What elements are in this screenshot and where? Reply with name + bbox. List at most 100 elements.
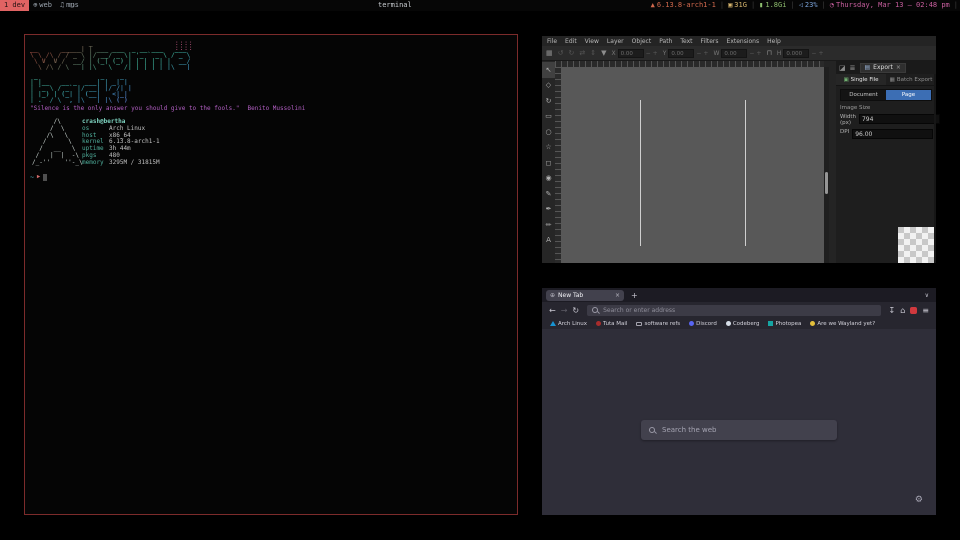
panel-divider[interactable]: [829, 61, 836, 263]
pencil-tool[interactable]: ✎: [542, 186, 555, 202]
decrement-button[interactable]: −: [811, 50, 816, 57]
tab-close-icon[interactable]: ×: [615, 292, 620, 299]
search-icon: [649, 427, 656, 434]
increment-button[interactable]: +: [703, 50, 708, 57]
export-dock-tab[interactable]: ▤ Export ×: [860, 63, 906, 73]
bookmark-codeberg[interactable]: Codeberg: [726, 321, 760, 327]
codeberg-icon: [726, 321, 731, 326]
box-3d-tool[interactable]: ◻: [542, 155, 555, 171]
menu-filters[interactable]: Filters: [701, 38, 719, 45]
w-label: W: [713, 50, 719, 57]
objects-panel-icon[interactable]: ◪: [839, 64, 846, 72]
export-target-buttons: Document Page: [840, 89, 932, 101]
text-tool[interactable]: A: [542, 233, 555, 249]
clock-status: ◔ Thursday, Mar 13 — 02:48 pm: [830, 0, 950, 11]
lock-ratio-icon[interactable]: ⊓: [766, 49, 771, 57]
shape-builder-tool[interactable]: ↻: [542, 93, 555, 109]
menu-layer[interactable]: Layer: [607, 38, 624, 45]
increment-button[interactable]: +: [756, 50, 761, 57]
calligraphy-tool[interactable]: ✏: [542, 217, 555, 233]
document-button[interactable]: Document: [841, 90, 886, 100]
layout-icon[interactable]: ▢: [70, 0, 74, 11]
bookmark-folder-software-refs[interactable]: software refs: [636, 321, 680, 327]
menu-text[interactable]: Text: [680, 38, 692, 45]
y-value[interactable]: 0.00: [668, 49, 694, 58]
rotate-ccw-icon[interactable]: ↺: [558, 49, 564, 57]
volume-text: 23%: [805, 0, 818, 11]
selector-tool[interactable]: ↖: [542, 62, 555, 78]
menu-edit[interactable]: Edit: [565, 38, 577, 45]
h-value[interactable]: 0.000: [783, 49, 809, 58]
inkscape-canvas[interactable]: [561, 67, 824, 263]
pen-tool[interactable]: ✒: [542, 202, 555, 218]
flip-vertical-icon[interactable]: ⇕: [590, 49, 596, 57]
layers-panel-icon[interactable]: ≣: [850, 64, 856, 72]
ellipse-tool[interactable]: ○: [542, 124, 555, 140]
downloads-icon[interactable]: ↧: [889, 306, 896, 315]
forward-button[interactable]: →: [561, 306, 568, 315]
bookmark-arch-linux[interactable]: Arch Linux: [550, 321, 587, 327]
scrollbar-thumb[interactable]: [825, 172, 828, 194]
shell-prompt[interactable]: ~ ▶: [30, 173, 47, 181]
adblocker-icon[interactable]: [910, 307, 917, 314]
active-tab[interactable]: ⊕ New Tab ×: [546, 290, 624, 301]
close-icon[interactable]: ×: [896, 64, 901, 71]
height-field: H 0.000 − +: [777, 49, 824, 58]
increment-button[interactable]: +: [653, 50, 658, 57]
new-tab-button[interactable]: +: [631, 291, 638, 300]
node-tool[interactable]: ◇: [542, 78, 555, 94]
menu-path[interactable]: Path: [659, 38, 672, 45]
web-search-box[interactable]: Search the web: [641, 420, 837, 440]
page-button[interactable]: Page: [886, 90, 931, 100]
menu-object[interactable]: Object: [632, 38, 652, 45]
x-value[interactable]: 0.00: [618, 49, 644, 58]
flip-horizontal-icon[interactable]: ⇄: [579, 49, 585, 57]
quote-text: "Silence is the only answer you should g…: [30, 105, 240, 112]
increment-button[interactable]: +: [818, 50, 823, 57]
browser-tab-bar: ⊕ New Tab × + ∨: [542, 288, 936, 302]
arch-logo-icon: [550, 321, 556, 326]
rotate-cw-icon[interactable]: ↻: [569, 49, 575, 57]
globe-icon: ⊕: [33, 0, 37, 11]
fetch-row-memory: memory3295M / 31815M: [82, 160, 160, 167]
menu-icon[interactable]: ≡: [922, 306, 929, 315]
workspace-tag-web[interactable]: ⊕ web: [29, 0, 56, 11]
reload-button[interactable]: ↻: [572, 306, 579, 315]
snap-controls-icon[interactable]: ▼: [601, 49, 606, 57]
back-button[interactable]: ←: [549, 306, 556, 315]
decrement-button[interactable]: −: [696, 50, 701, 57]
spiral-tool[interactable]: ◉: [542, 171, 555, 187]
list-all-tabs-icon[interactable]: ∨: [925, 292, 929, 299]
rectangle-tool[interactable]: ▭: [542, 109, 555, 125]
bookmark-label: Are we Wayland yet?: [817, 321, 875, 327]
tool-options-icon[interactable]: ▦: [546, 49, 553, 57]
panel-scrollbar[interactable]: [934, 74, 936, 263]
export-width-input[interactable]: [859, 114, 940, 124]
terminal-cursor: [43, 174, 47, 181]
export-dpi-input[interactable]: [852, 129, 933, 139]
terminal-window[interactable]: _ __ _____| | ___ ___ _ __ ___ ___ \ \ /…: [24, 34, 518, 515]
menu-view[interactable]: View: [585, 38, 599, 45]
menu-file[interactable]: File: [547, 38, 557, 45]
menu-extensions[interactable]: Extensions: [727, 38, 760, 45]
memory-text: 1.8Gi: [765, 0, 786, 11]
tab-batch-export[interactable]: ▦ Batch Export: [886, 74, 936, 85]
home-icon[interactable]: ⌂: [900, 306, 905, 315]
bookmark-tuta-mail[interactable]: Tuta Mail: [596, 321, 627, 327]
prompt-arrow-icon: ▶: [37, 174, 40, 180]
tab-single-file[interactable]: ▣ Single File: [836, 74, 886, 85]
workspace-tag-dev[interactable]: 1 dev: [0, 0, 29, 11]
status-bar: 1 dev ⊕ web ♫ mus ▢ terminal ▲ 6.13.8-ar…: [0, 0, 960, 11]
decrement-button[interactable]: −: [749, 50, 754, 57]
fetch-value: 3295M / 31815M: [109, 159, 160, 166]
personalize-gear-icon[interactable]: ⚙: [915, 495, 923, 505]
bookmark-are-we-wayland-yet[interactable]: Are we Wayland yet?: [810, 321, 875, 327]
star-tool[interactable]: ☆: [542, 140, 555, 156]
w-value[interactable]: 0.00: [721, 49, 747, 58]
bookmark-discord[interactable]: Discord: [689, 321, 717, 327]
decrement-button[interactable]: −: [646, 50, 651, 57]
url-bar[interactable]: Search or enter address: [587, 305, 880, 316]
discord-icon: [689, 321, 694, 326]
menu-help[interactable]: Help: [767, 38, 781, 45]
bookmark-photopea[interactable]: Photopea: [768, 321, 801, 327]
